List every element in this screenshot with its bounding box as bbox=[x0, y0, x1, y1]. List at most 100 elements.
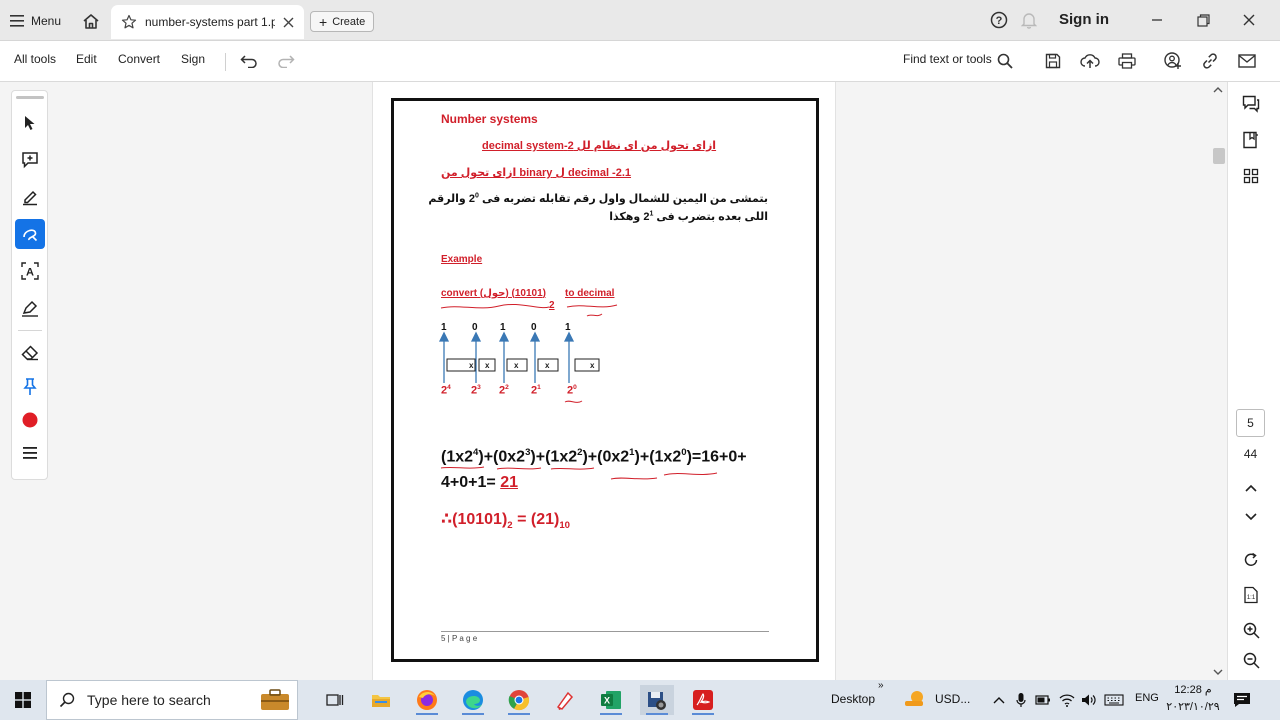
bookmarks-panel-button[interactable] bbox=[1240, 129, 1262, 151]
taskbar-app-recorder[interactable] bbox=[640, 685, 674, 715]
previous-page-button[interactable] bbox=[1240, 477, 1262, 499]
handwritten-underline bbox=[564, 400, 583, 403]
comments-panel-button[interactable] bbox=[1240, 93, 1262, 115]
taskbar-app-chrome[interactable] bbox=[502, 685, 536, 715]
current-page-input[interactable]: 5 bbox=[1236, 409, 1265, 437]
input-language[interactable]: ENG bbox=[1135, 692, 1159, 704]
screen-recorder-icon bbox=[648, 692, 666, 710]
create-button[interactable]: + Create bbox=[310, 11, 375, 32]
sum-result: 21 bbox=[500, 474, 518, 491]
desktop-toolbar-label[interactable]: Desktop bbox=[831, 692, 875, 706]
copy-link-button[interactable] bbox=[1199, 50, 1221, 72]
highlight-tool[interactable] bbox=[15, 182, 45, 212]
weather-widget-label[interactable]: USD... bbox=[935, 692, 970, 706]
close-window-button[interactable] bbox=[1238, 10, 1260, 30]
weather-widget-icon[interactable] bbox=[900, 685, 930, 715]
print-button[interactable] bbox=[1116, 50, 1138, 72]
system-clock[interactable]: 12:28 م ٢٠٢٣/١٠/٢٩ bbox=[1165, 682, 1221, 716]
svg-text:A: A bbox=[26, 267, 34, 279]
menu-button[interactable]: Menu bbox=[10, 12, 61, 30]
page-fit-button[interactable]: 1:1 bbox=[1240, 584, 1262, 606]
show-hidden-icons[interactable] bbox=[990, 685, 1008, 715]
volume-status[interactable] bbox=[1079, 685, 1099, 715]
equation-term: )+ bbox=[634, 448, 650, 466]
close-icon bbox=[1243, 14, 1255, 26]
search-button[interactable] bbox=[994, 50, 1016, 72]
svg-text:?: ? bbox=[996, 15, 1003, 27]
toolbar-expand-icon[interactable]: » bbox=[878, 680, 884, 691]
arabic-text: اللى بعده بتضرب فى bbox=[656, 211, 768, 223]
footer-rule bbox=[441, 631, 769, 632]
touch-keyboard-button[interactable] bbox=[1101, 685, 1127, 715]
home-button[interactable] bbox=[80, 10, 102, 32]
email-button[interactable] bbox=[1236, 50, 1258, 72]
active-app-indicator bbox=[600, 713, 622, 715]
arabic-instruction-line-1: بتمشى من اليمين للشمال واول رقم تقابله ت… bbox=[428, 192, 768, 205]
taskbar-app-excel[interactable]: X bbox=[594, 685, 628, 715]
thumbnails-panel-button[interactable] bbox=[1240, 165, 1262, 187]
box-mark: x bbox=[590, 361, 595, 370]
equation-term: (1x2 bbox=[545, 448, 578, 466]
taskbar-app-briefcase[interactable] bbox=[258, 685, 292, 715]
windows-taskbar: Type here to search X Desktop » USD... E… bbox=[0, 680, 1280, 720]
eraser-icon bbox=[21, 345, 39, 361]
pin-tool[interactable] bbox=[15, 372, 45, 402]
text-select-tool[interactable]: A bbox=[15, 256, 45, 286]
panel-grip[interactable] bbox=[16, 96, 44, 99]
all-tools-menu[interactable]: All tools bbox=[14, 52, 56, 66]
fill-sign-tool[interactable] bbox=[15, 293, 45, 323]
select-tool[interactable] bbox=[15, 108, 45, 138]
upload-button[interactable] bbox=[1079, 50, 1101, 72]
microphone-status[interactable] bbox=[1013, 685, 1029, 715]
notification-center-button[interactable] bbox=[1228, 685, 1256, 715]
network-status[interactable] bbox=[1057, 685, 1077, 715]
more-tools-button[interactable] bbox=[15, 438, 45, 468]
task-view-icon bbox=[326, 694, 344, 706]
find-text-tools[interactable]: Find text or tools bbox=[903, 52, 992, 66]
edit-menu[interactable]: Edit bbox=[76, 52, 97, 66]
sign-in-button[interactable]: Sign in bbox=[1059, 11, 1109, 28]
draw-tool[interactable] bbox=[15, 219, 45, 249]
box-mark: x bbox=[514, 361, 519, 370]
scroll-down-icon[interactable] bbox=[1213, 668, 1223, 676]
vertical-scrollbar[interactable] bbox=[1210, 82, 1226, 680]
zoom-in-button[interactable] bbox=[1240, 619, 1262, 641]
convert-menu[interactable]: Convert bbox=[118, 52, 160, 66]
taskbar-app-paint[interactable] bbox=[548, 685, 582, 715]
scrollbar-thumb[interactable] bbox=[1213, 148, 1225, 164]
battery-status[interactable] bbox=[1034, 685, 1052, 715]
plus-icon: + bbox=[319, 13, 328, 30]
add-user-icon bbox=[1164, 52, 1181, 69]
rotate-button[interactable] bbox=[1240, 549, 1262, 571]
taskbar-app-file-explorer[interactable] bbox=[365, 685, 397, 715]
active-app-indicator bbox=[508, 713, 530, 715]
comments-icon bbox=[1242, 95, 1260, 113]
help-button[interactable]: ? bbox=[990, 11, 1008, 29]
firefox-icon bbox=[417, 690, 437, 710]
undo-button[interactable] bbox=[238, 50, 260, 72]
taskbar-app-edge[interactable] bbox=[456, 685, 490, 715]
color-picker[interactable] bbox=[15, 405, 45, 435]
add-comment-tool[interactable] bbox=[15, 145, 45, 175]
save-button[interactable] bbox=[1042, 50, 1064, 72]
taskbar-app-acrobat[interactable] bbox=[686, 685, 720, 715]
equation-term: )+ bbox=[530, 448, 546, 466]
maximize-button[interactable] bbox=[1192, 10, 1214, 30]
eraser-tool[interactable] bbox=[15, 338, 45, 368]
next-page-button[interactable] bbox=[1240, 506, 1262, 528]
more-menu-icon bbox=[23, 447, 37, 459]
start-button[interactable] bbox=[8, 685, 38, 715]
share-user-button[interactable] bbox=[1162, 50, 1184, 72]
document-tab[interactable]: number-systems part 1.p... bbox=[111, 5, 304, 39]
task-view-button[interactable] bbox=[320, 685, 350, 715]
zoom-out-button[interactable] bbox=[1240, 649, 1262, 671]
minimize-button[interactable] bbox=[1146, 10, 1168, 30]
scroll-up-icon[interactable] bbox=[1213, 86, 1223, 94]
close-tab-icon[interactable] bbox=[283, 17, 294, 28]
taskbar-app-firefox[interactable] bbox=[410, 685, 444, 715]
sign-menu[interactable]: Sign bbox=[181, 52, 205, 66]
star-icon[interactable] bbox=[121, 14, 137, 30]
excel-icon: X bbox=[601, 691, 621, 709]
notifications-button[interactable] bbox=[1021, 11, 1037, 29]
redo-button[interactable] bbox=[275, 50, 297, 72]
